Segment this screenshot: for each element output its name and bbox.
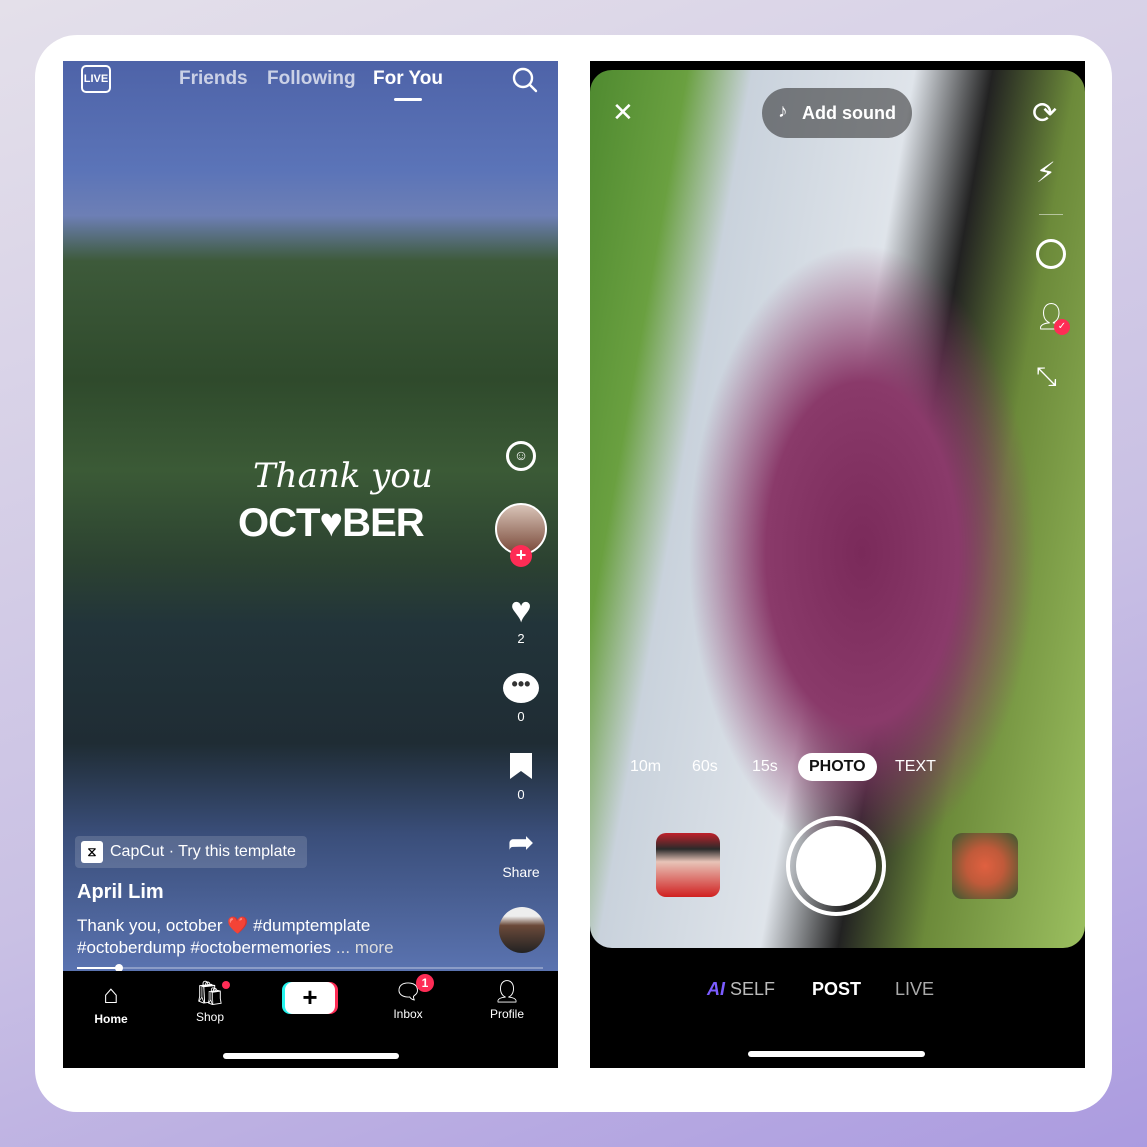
nav-profile[interactable]: 👤︎ Profile	[467, 979, 547, 1021]
check-badge-icon: ✓	[1054, 319, 1070, 335]
mode-live[interactable]: LIVE	[895, 979, 934, 1000]
progress-bar[interactable]	[77, 964, 543, 972]
shopping-bag-icon: 🛍︎	[194, 980, 226, 1007]
capture-mode-10m[interactable]: 10m	[630, 758, 661, 776]
gallery-thumbnail[interactable]	[952, 833, 1018, 899]
emoji-icon[interactable]: ☺	[506, 441, 536, 471]
heart-icon[interactable]: ♥	[501, 589, 541, 631]
collapse-icon[interactable]: ⤡	[1036, 361, 1057, 393]
nav-inbox[interactable]: 🗨︎ Inbox 1	[368, 974, 448, 1021]
share-icon[interactable]: ➦	[501, 823, 541, 861]
capture-mode-photo[interactable]: PHOTO	[798, 753, 877, 781]
comment-count: 0	[517, 709, 525, 724]
search-icon[interactable]	[511, 66, 539, 94]
bottom-nav: ⌂ Home 🛍︎ Shop + 🗨︎ Inbox 1 👤︎ Profile	[63, 971, 558, 1068]
shop-dot	[222, 981, 230, 989]
music-note-icon: ♪	[778, 101, 788, 122]
shutter-button[interactable]	[786, 816, 886, 916]
home-icon: ⌂	[103, 979, 119, 1009]
inbox-badge: 1	[416, 974, 434, 992]
add-sound-label: Add sound	[802, 103, 896, 123]
more-link[interactable]: ... more	[336, 938, 394, 957]
tab-friends[interactable]: Friends	[179, 68, 248, 90]
camera-screen: ✕ ♪ Add sound ⟳ ⚡︎ 👤︎ ✓ ⤡ 10m 60s 15s PHOTO…	[590, 61, 1085, 1068]
save-count: 0	[517, 787, 525, 802]
mode-post[interactable]: POST	[812, 979, 861, 1000]
flip-camera-icon[interactable]: ⟳	[1032, 96, 1057, 131]
progress-fill	[77, 964, 123, 972]
create-button[interactable]: +	[285, 982, 335, 1014]
tab-following[interactable]: Following	[267, 68, 356, 90]
profile-icon: 👤︎	[493, 979, 521, 1004]
feed-screen: LIVE Friends Following For You Thank you…	[63, 61, 558, 1068]
capcut-icon: ⧖	[81, 841, 103, 863]
caption-line-2: #octoberdump #octobermemories	[77, 938, 332, 957]
home-indicator	[223, 1053, 399, 1059]
bookmark-icon[interactable]	[508, 751, 534, 781]
capcut-template-link[interactable]: ⧖ CapCut · Try this template	[75, 836, 307, 868]
nav-shop[interactable]: 🛍︎ Shop	[170, 979, 250, 1024]
follow-plus-icon[interactable]: +	[510, 545, 532, 567]
effect-thumbnail[interactable]	[656, 833, 720, 897]
capture-mode-text[interactable]: TEXT	[895, 758, 936, 776]
timer-icon[interactable]	[1036, 239, 1066, 269]
share-label: Share	[502, 864, 540, 880]
mode-ai-self[interactable]: AI SELF	[707, 979, 775, 1000]
overlay-title: OCT♥BER	[238, 501, 425, 545]
caption-line-1: Thank you, october ❤️ #dumptemplate	[77, 916, 371, 935]
capture-mode-60s[interactable]: 60s	[692, 758, 718, 776]
author-name[interactable]: April Lim	[77, 881, 164, 904]
flash-off-icon[interactable]: ⚡︎	[1036, 156, 1056, 189]
tab-for-you[interactable]: For You	[373, 68, 443, 90]
capcut-label: CapCut · Try this template	[110, 843, 296, 860]
music-disc-avatar[interactable]	[499, 907, 545, 953]
capture-mode-15s[interactable]: 15s	[752, 758, 778, 776]
comment-icon[interactable]: •••	[503, 673, 539, 703]
active-tab-indicator	[394, 98, 422, 101]
add-sound-button[interactable]: ♪ Add sound	[762, 88, 912, 138]
overlay-script: Thank you	[253, 456, 433, 496]
plus-icon: +	[302, 982, 318, 1012]
live-icon[interactable]: LIVE	[81, 65, 111, 93]
divider	[1039, 214, 1063, 215]
like-count: 2	[517, 631, 525, 646]
live-label: LIVE	[83, 73, 109, 85]
home-indicator	[748, 1051, 925, 1057]
nav-home[interactable]: ⌂ Home	[71, 979, 151, 1026]
close-icon[interactable]: ✕	[612, 97, 634, 128]
